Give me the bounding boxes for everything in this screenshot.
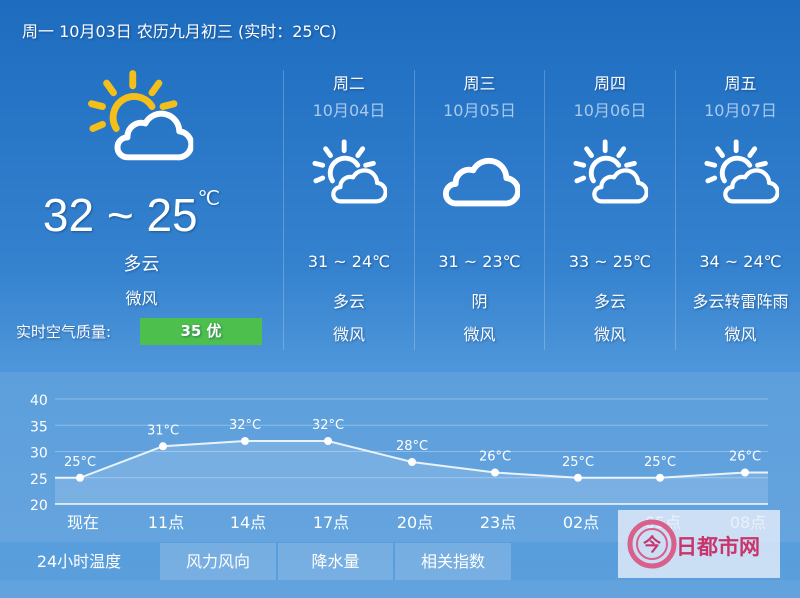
data-label: 25°C: [644, 455, 676, 470]
y-tick-label: 25: [30, 472, 48, 488]
forecast-desc: 多云转雷阵雨: [692, 292, 789, 311]
today-temp-range: 32 ~ 25: [42, 189, 198, 241]
forecast-wind: 微风: [724, 325, 757, 344]
forecast-day: 周三 10月05日 31 ~ 23℃ 阴 微风: [413, 70, 545, 350]
watermark-logo: 今 日都市网: [618, 510, 780, 578]
tab-precipitation[interactable]: 降水量: [278, 543, 393, 580]
forecast-day: 周五 10月07日 34 ~ 24℃ 多云转雷阵雨 微风: [674, 70, 800, 350]
date-header: 周一 10月03日 农历九月初三 (实时：25℃): [22, 22, 337, 41]
data-point: [574, 473, 582, 482]
forecast-wind: 微风: [332, 325, 365, 344]
data-point: [76, 473, 84, 482]
forecast-weekday: 周三: [463, 74, 496, 93]
partly-cloudy-icon: [572, 138, 650, 216]
forecast-temp: 31 ~ 24℃: [307, 252, 391, 271]
data-point: [408, 458, 416, 466]
x-tick-label: 17点: [313, 513, 349, 532]
y-tick-label: 40: [30, 393, 48, 409]
forecast-temp: 34 ~ 24℃: [699, 252, 782, 271]
air-quality-badge: 35 优: [140, 318, 262, 345]
x-tick-label: 23点: [480, 513, 516, 532]
x-tick-label: 20点: [397, 513, 433, 532]
x-tick-label: 11点: [148, 513, 184, 532]
y-tick-label: 30: [30, 446, 48, 462]
forecast-weekday: 周四: [593, 74, 626, 93]
forecast-day: 周二 10月04日 31 ~ 24℃ 多云 微风: [283, 70, 414, 350]
temp-unit: ℃: [197, 188, 221, 210]
data-point: [741, 468, 749, 477]
svg-text:日都市网: 日都市网: [676, 535, 760, 559]
data-label: 25°C: [64, 455, 96, 470]
data-label: 26°C: [729, 450, 761, 465]
y-tick-label: 35: [30, 419, 48, 435]
data-label: 31°C: [147, 423, 179, 438]
forecast-wind: 微风: [463, 325, 496, 344]
forecast-temp: 31 ~ 23℃: [438, 252, 521, 271]
today-wind: 微风: [125, 289, 158, 308]
svg-text:今: 今: [643, 534, 662, 556]
y-tick-label: 20: [30, 498, 48, 514]
data-label: 32°C: [229, 418, 261, 433]
bottom-bar: [0, 580, 800, 598]
x-tick-label: 02点: [563, 513, 599, 532]
x-tick-label: 14点: [230, 513, 266, 532]
forecast-date: 10月04日: [312, 101, 386, 120]
cloud-icon: [442, 152, 520, 212]
data-point: [656, 473, 664, 482]
forecast-date: 10月07日: [704, 101, 777, 120]
data-point: [324, 437, 332, 445]
forecast-day: 周四 10月06日 33 ~ 25℃ 多云 微风: [544, 70, 675, 350]
partly-cloudy-icon: [703, 138, 781, 216]
data-label: 25°C: [562, 455, 594, 470]
forecast-weekday: 周五: [724, 74, 757, 93]
forecast-date: 10月06日: [573, 101, 647, 120]
forecast-desc: 多云: [593, 292, 626, 311]
tab-wind[interactable]: 风力风向: [160, 543, 276, 580]
data-label: 28°C: [396, 439, 428, 454]
today-panel: 32 ~ 25℃ 多云 微风 实时空气质量: 35 优: [0, 60, 283, 360]
today-temp: 32 ~ 25℃: [0, 188, 273, 242]
partly-cloudy-icon: [311, 138, 389, 216]
data-point: [491, 468, 499, 477]
tab-indices[interactable]: 相关指数: [395, 543, 511, 580]
today-desc: 多云: [123, 254, 160, 275]
forecast-temp: 33 ~ 25℃: [568, 252, 652, 271]
data-point: [159, 442, 167, 451]
data-point: [241, 437, 249, 445]
x-tick-label: 现在: [67, 513, 99, 532]
data-label: 26°C: [479, 450, 511, 465]
forecast-desc: 阴: [471, 292, 488, 311]
forecast-desc: 多云: [332, 292, 365, 311]
data-label: 32°C: [312, 418, 344, 433]
forecast-wind: 微风: [593, 325, 626, 344]
air-quality-label: 实时空气质量:: [16, 323, 112, 341]
forecast-date: 10月05日: [443, 101, 516, 120]
partly-cloudy-icon: [88, 70, 196, 178]
tab-24h-temperature[interactable]: 24小时温度: [0, 543, 158, 580]
forecast-weekday: 周二: [332, 74, 365, 93]
